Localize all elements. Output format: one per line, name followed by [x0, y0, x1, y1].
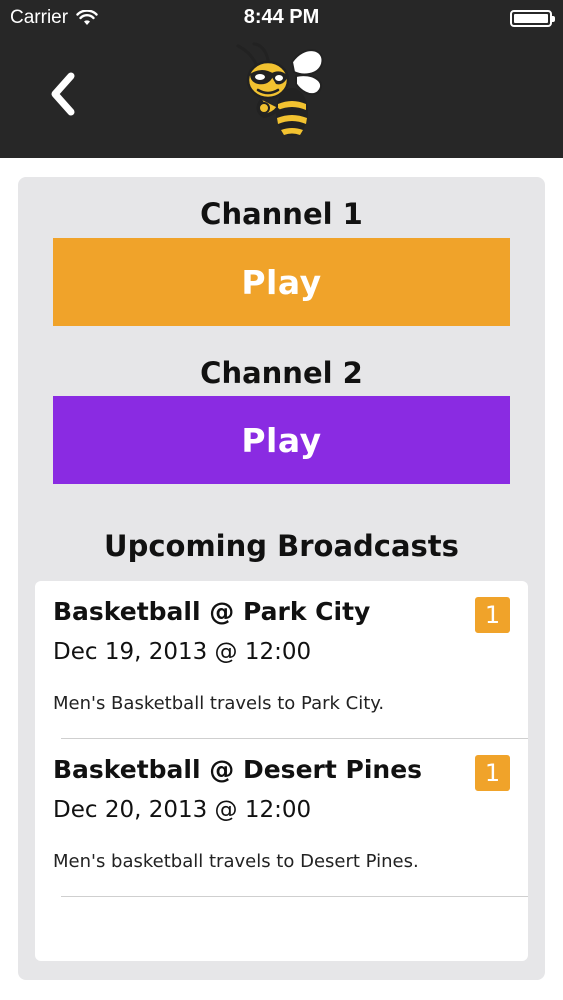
channel-1-label: Channel 1 — [200, 197, 363, 231]
upcoming-broadcasts-list: Basketball @ Park City 1 Dec 19, 2013 @ … — [35, 581, 528, 961]
broadcast-date: Dec 19, 2013 @ 12:00 — [53, 639, 312, 665]
status-time: 8:44 PM — [243, 6, 320, 28]
back-button[interactable] — [38, 66, 86, 122]
divider — [61, 896, 528, 897]
list-item[interactable]: Basketball @ Desert Pines 1 Dec 20, 2013… — [35, 739, 528, 897]
channel-1-play-button[interactable]: Play — [53, 238, 510, 326]
battery-icon — [510, 10, 555, 27]
status-bar: Carrier 8:44 PM — [0, 0, 563, 38]
channel-badge: 1 — [475, 597, 510, 633]
broadcast-title: Basketball @ Desert Pines — [53, 755, 423, 784]
channel-2-play-button[interactable]: Play — [53, 396, 510, 484]
broadcast-card: Channel 1 Play Channel 2 Play Upcoming B… — [18, 177, 545, 980]
chevron-left-icon — [51, 72, 75, 116]
yellow-jacket-logo-icon — [236, 42, 324, 136]
list-item[interactable]: Basketball @ Park City 1 Dec 19, 2013 @ … — [35, 581, 528, 739]
nav-header: Carrier 8:44 PM — [0, 0, 563, 158]
upcoming-broadcasts-title: Upcoming Broadcasts — [104, 529, 459, 563]
broadcast-title: Basketball @ Park City — [53, 597, 371, 626]
channel-badge: 1 — [475, 755, 510, 791]
broadcast-description: Men's basketball travels to Desert Pines… — [53, 851, 419, 872]
broadcast-date: Dec 20, 2013 @ 12:00 — [53, 797, 312, 823]
broadcast-description: Men's Basketball travels to Park City. — [53, 693, 385, 714]
channel-2-label: Channel 2 — [200, 356, 363, 390]
